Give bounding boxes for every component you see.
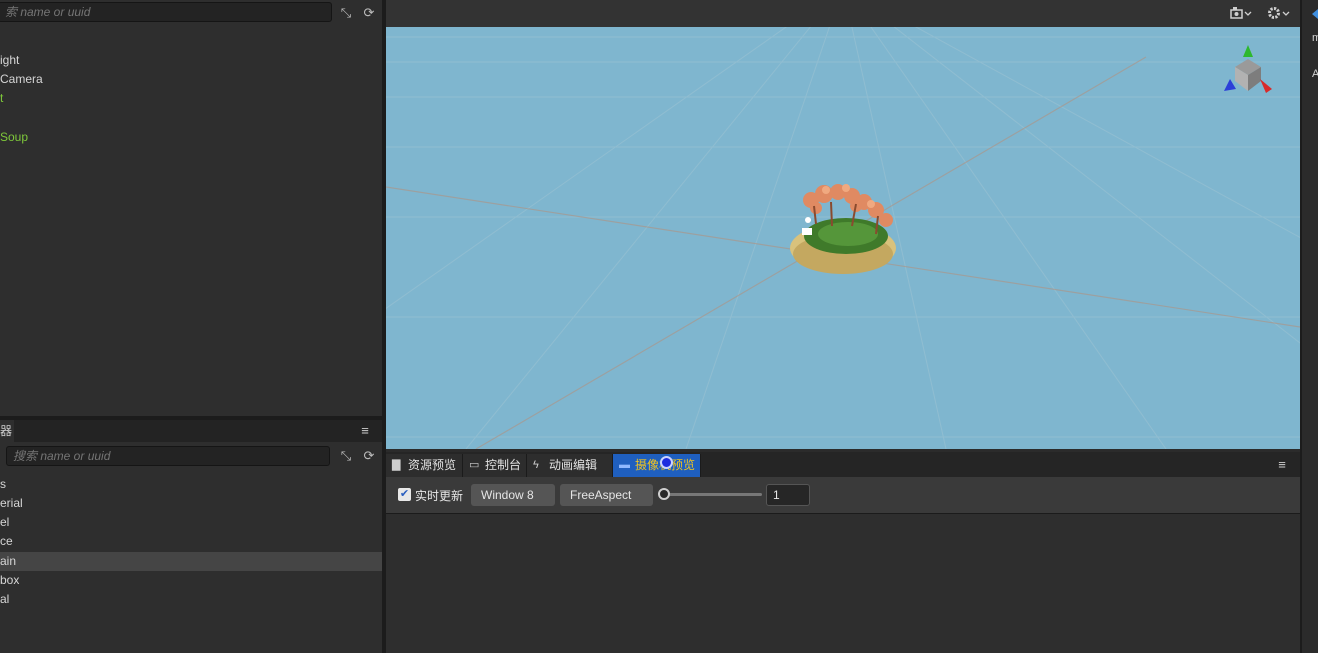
zoom-input[interactable]: 1 bbox=[766, 484, 810, 506]
asset-label: ce bbox=[0, 534, 13, 548]
tab-assets[interactable]: 器 bbox=[0, 420, 14, 442]
console-icon: ▭ bbox=[469, 459, 480, 471]
asset-label: al bbox=[0, 592, 10, 606]
aspect-select[interactable]: FreeAspect ▼ bbox=[560, 484, 653, 524]
island-model[interactable] bbox=[786, 182, 906, 282]
tree-node-label: Camera bbox=[0, 72, 43, 86]
expand-arrow-icon[interactable] bbox=[1312, 9, 1318, 19]
select-value: Window 8 bbox=[481, 488, 534, 502]
asset-item[interactable]: s bbox=[0, 475, 382, 494]
tab-animation-editor[interactable]: ϟ 动画编辑器 bbox=[527, 454, 613, 495]
folder-icon: ▇ bbox=[392, 459, 401, 471]
assets-panel: 器 ≡ ⤡ ⟳ s erial el ce ain box al bbox=[0, 420, 382, 653]
zoom-slider-handle[interactable] bbox=[658, 488, 670, 500]
assets-search-input[interactable] bbox=[7, 447, 329, 465]
cursor-indicator-icon bbox=[660, 456, 673, 469]
assets-tabbar: 器 ≡ bbox=[0, 420, 382, 442]
camera-preview-toolbar: ✔ 实时更新 Window 8 ▼ FreeAspect ▼ 1 bbox=[386, 477, 1300, 524]
window-select[interactable]: Window 8 ▼ bbox=[471, 484, 555, 524]
menu-icon[interactable]: ≡ bbox=[1275, 457, 1289, 472]
view-gizmo[interactable] bbox=[1218, 41, 1278, 101]
asset-item[interactable]: al bbox=[0, 590, 382, 609]
hierarchy-search-input[interactable] bbox=[0, 3, 331, 21]
tree-node-soup[interactable]: Soup bbox=[0, 128, 382, 147]
tab-label: 器 bbox=[0, 424, 13, 438]
hierarchy-search-field[interactable] bbox=[0, 2, 332, 22]
assets-search-field[interactable] bbox=[6, 446, 330, 466]
inspector-strip: m A bbox=[1300, 0, 1318, 653]
zoom-slider-track[interactable] bbox=[662, 493, 762, 496]
hierarchy-panel: ⤡ ⟳ ight Camera t Soup bbox=[0, 0, 382, 416]
tab-camera-preview[interactable]: ▬ 摄像机预览 bbox=[613, 454, 701, 477]
asset-item[interactable]: box bbox=[0, 571, 382, 590]
animation-icon: ϟ bbox=[533, 459, 539, 471]
asset-item[interactable]: ce bbox=[0, 532, 382, 551]
asset-label: erial bbox=[0, 496, 23, 510]
tree-node-camera[interactable]: Camera bbox=[0, 70, 382, 89]
tree-node-label: t bbox=[0, 91, 4, 105]
asset-label: box bbox=[0, 573, 20, 587]
tree-node-t[interactable]: t bbox=[0, 89, 382, 108]
tree-node-label: Soup bbox=[0, 130, 29, 144]
camera-preview-area bbox=[386, 514, 1300, 653]
select-value: FreeAspect bbox=[570, 488, 632, 502]
tab-label: 控制台 bbox=[485, 458, 522, 472]
camera-icon[interactable] bbox=[1230, 6, 1252, 23]
asset-item-selected[interactable]: ain bbox=[0, 552, 382, 571]
realtime-label: 实时更新 bbox=[415, 489, 464, 503]
strip-letter: A bbox=[1312, 68, 1318, 80]
gear-icon[interactable] bbox=[1266, 5, 1290, 24]
zoom-value: 1 bbox=[773, 488, 780, 502]
collapse-all-icon[interactable]: ⤡ bbox=[338, 448, 354, 464]
asset-item[interactable]: el bbox=[0, 513, 382, 532]
menu-icon[interactable]: ≡ bbox=[358, 423, 372, 438]
tree-node-light[interactable]: ight bbox=[0, 51, 382, 70]
tab-asset-preview[interactable]: ▇ 资源预览 bbox=[386, 454, 463, 477]
asset-label: ain bbox=[0, 554, 17, 568]
tab-console[interactable]: ▭ 控制台 bbox=[463, 454, 527, 477]
camera-preview-icon: ▬ bbox=[619, 459, 630, 471]
collapse-all-icon[interactable]: ⤡ bbox=[338, 5, 354, 21]
scene-toolbar bbox=[386, 0, 1300, 27]
asset-label: s bbox=[0, 477, 6, 491]
strip-letter: m bbox=[1312, 32, 1318, 44]
refresh-icon[interactable]: ⟳ bbox=[361, 448, 377, 464]
scene-view[interactable] bbox=[386, 27, 1300, 449]
tree-node-label: ight bbox=[0, 53, 20, 67]
asset-label: el bbox=[0, 515, 10, 529]
tab-label: 资源预览 bbox=[408, 458, 457, 472]
realtime-checkbox[interactable]: ✔ bbox=[398, 488, 411, 501]
asset-item[interactable]: erial bbox=[0, 494, 382, 513]
bottom-tabbar: ▇ 资源预览 ▭ 控制台 ϟ 动画编辑器 ▬ 摄像机预览 ≡ bbox=[386, 452, 1300, 495]
refresh-icon[interactable]: ⟳ bbox=[361, 5, 377, 21]
